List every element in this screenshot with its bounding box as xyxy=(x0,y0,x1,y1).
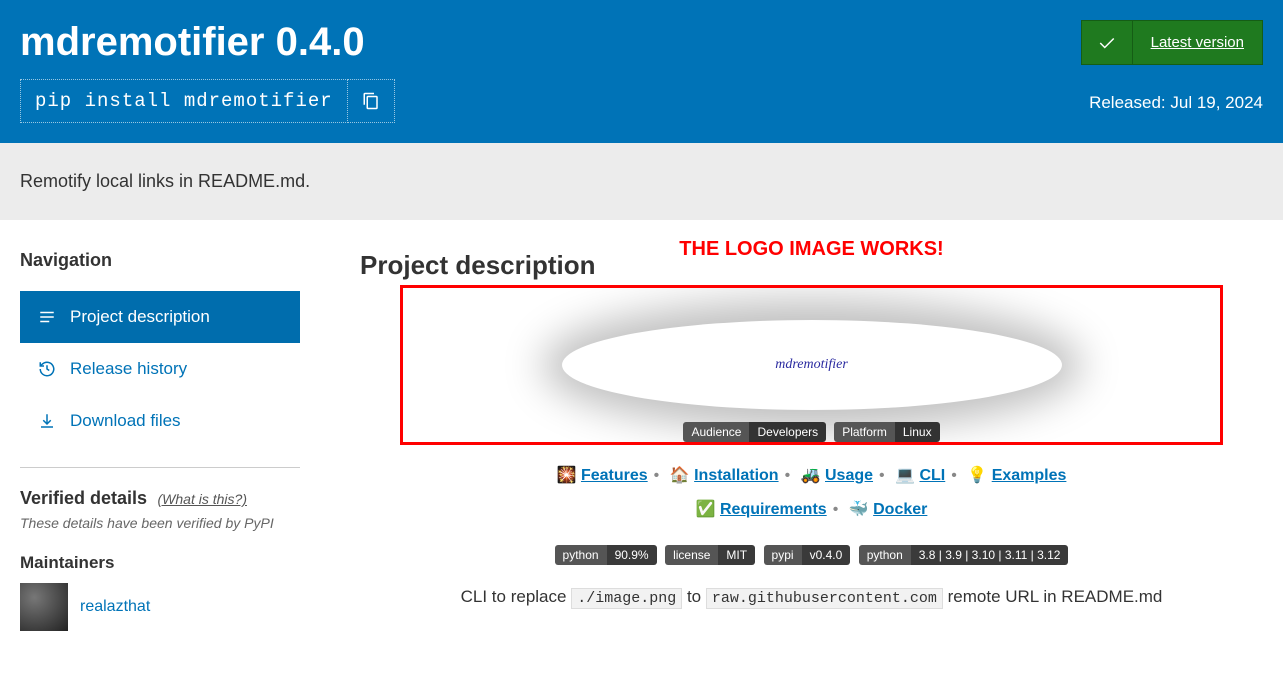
logo-caption: THE LOGO IMAGE WORKS! xyxy=(360,238,1263,261)
divider xyxy=(20,467,300,468)
verified-note: These details have been verified by PyPI xyxy=(20,515,300,531)
package-header: mdremotifier 0.4.0 pip install mdremotif… xyxy=(0,0,1283,143)
nav-download-files[interactable]: Download files xyxy=(20,395,300,447)
badge-row: python90.9% licenseMIT pypiv0.4.0 python… xyxy=(360,545,1263,565)
pypi-badge: pypiv0.4.0 xyxy=(764,545,851,565)
requirements-link[interactable]: Requirements xyxy=(720,501,827,518)
anchor-links-row1: 🎇 Features• 🏠 Installation• 🚜 Usage• 💻 C… xyxy=(360,465,1263,485)
nav-label: Project description xyxy=(70,307,210,327)
cli-link[interactable]: CLI xyxy=(919,467,945,484)
logo-box: mdremotifier AudienceDevelopers Platform… xyxy=(400,285,1223,445)
maintainers-heading: Maintainers xyxy=(20,553,300,573)
nav-heading: Navigation xyxy=(20,250,300,271)
logo-badge-row: AudienceDevelopers PlatformLinux xyxy=(683,422,939,442)
copy-icon xyxy=(362,92,380,110)
cli-description: CLI to replace ./image.png to raw.github… xyxy=(360,587,1263,607)
logo-text: mdremotifier xyxy=(775,357,848,373)
nav-label: Download files xyxy=(70,411,181,431)
maintainer-name: realazthat xyxy=(80,598,150,616)
anchor-links-row2: ✅ Requirements• 🐳 Docker xyxy=(360,499,1263,519)
header-right: Latest version Released: Jul 19, 2024 xyxy=(1081,20,1263,113)
python-versions-badge: python3.8 | 3.9 | 3.10 | 3.11 | 3.12 xyxy=(859,545,1069,565)
latest-version-label: Latest version xyxy=(1133,21,1262,64)
audience-badge: AudienceDevelopers xyxy=(683,422,826,442)
nav-label: Release history xyxy=(70,359,187,379)
features-link[interactable]: Features xyxy=(581,467,648,484)
summary-bar: Remotify local links in README.md. xyxy=(0,143,1283,220)
released-text: Released: Jul 19, 2024 xyxy=(1081,93,1263,113)
what-is-this-link[interactable]: (What is this?) xyxy=(158,491,247,507)
description-icon xyxy=(38,308,56,326)
code-image-path: ./image.png xyxy=(571,588,682,609)
maintainer-item[interactable]: realazthat xyxy=(20,583,300,631)
history-icon xyxy=(38,360,56,378)
examples-link[interactable]: Examples xyxy=(992,467,1067,484)
main-area: Navigation Project description Release h… xyxy=(0,220,1283,661)
check-icon xyxy=(1082,21,1133,64)
sidebar: Navigation Project description Release h… xyxy=(20,250,300,631)
docker-link[interactable]: Docker xyxy=(873,501,927,518)
python-pct-badge: python90.9% xyxy=(555,545,657,565)
verified-row: Verified details (What is this?) xyxy=(20,488,300,509)
content: THE LOGO IMAGE WORKS! Project descriptio… xyxy=(360,250,1263,631)
code-remote-host: raw.githubusercontent.com xyxy=(706,588,943,609)
avatar xyxy=(20,583,68,631)
platform-badge: PlatformLinux xyxy=(834,422,939,442)
usage-link[interactable]: Usage xyxy=(825,467,873,484)
install-row: pip install mdremotifier xyxy=(20,79,1081,123)
copy-button[interactable] xyxy=(348,79,395,123)
license-badge: licenseMIT xyxy=(665,545,755,565)
verified-heading: Verified details xyxy=(20,488,147,508)
package-title: mdremotifier 0.4.0 xyxy=(20,20,1081,65)
header-left: mdremotifier 0.4.0 pip install mdremotif… xyxy=(20,20,1081,123)
install-command[interactable]: pip install mdremotifier xyxy=(20,79,348,123)
nav-project-description[interactable]: Project description xyxy=(20,291,300,343)
download-icon xyxy=(38,412,56,430)
latest-version-button[interactable]: Latest version xyxy=(1081,20,1263,65)
installation-link[interactable]: Installation xyxy=(694,467,778,484)
nav-release-history[interactable]: Release history xyxy=(20,343,300,395)
